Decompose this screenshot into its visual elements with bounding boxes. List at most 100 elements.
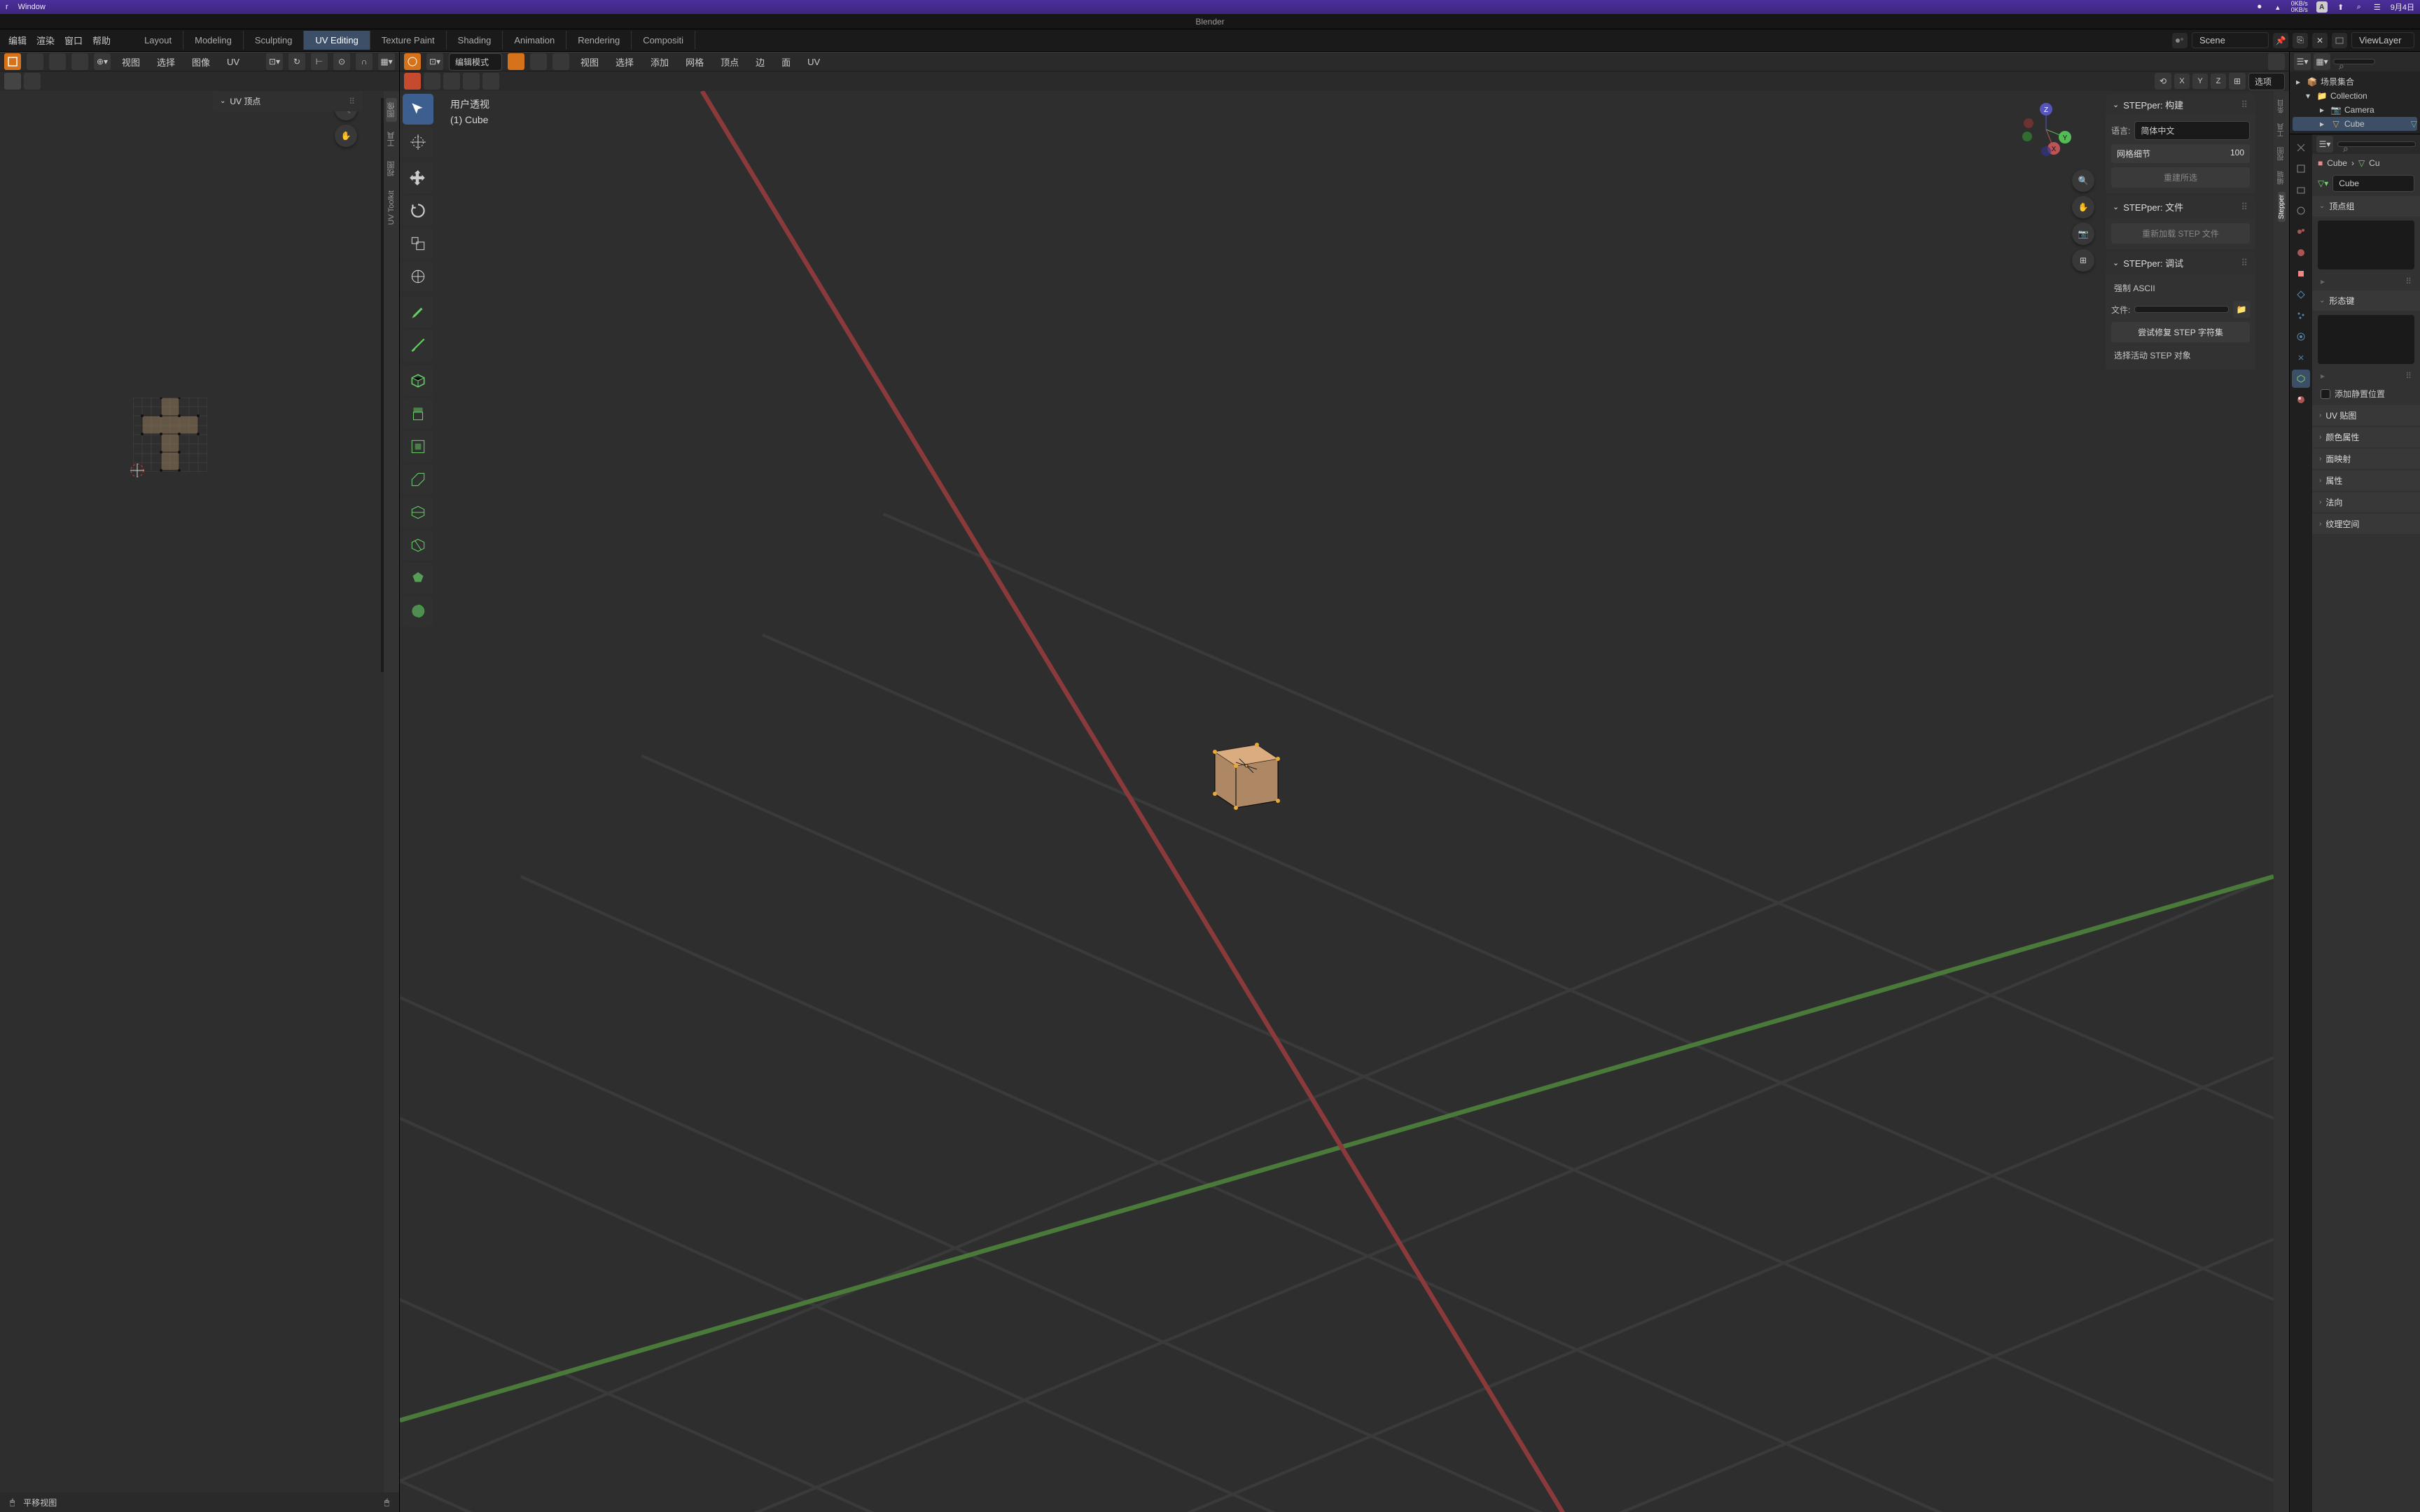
uv-pivot-dropdown[interactable]: ⊕▾: [94, 53, 111, 70]
mesh-detail-field[interactable]: 网格细节100: [2111, 144, 2250, 163]
viewlayer-name-field[interactable]: ViewLayer: [2351, 32, 2414, 48]
rebuild-button[interactable]: 重建所选: [2111, 167, 2250, 188]
uv-image-dropdown[interactable]: ▦▾: [378, 53, 395, 70]
uv-select-mode-dropdown[interactable]: ⊡▾: [266, 53, 283, 70]
scene-name-field[interactable]: Scene: [2192, 32, 2269, 48]
v3d-overlays-icon[interactable]: ⊞: [2229, 73, 2246, 90]
menu-edit[interactable]: 编辑: [8, 34, 27, 47]
editor-type-uv-icon[interactable]: [4, 53, 21, 70]
tab-layout[interactable]: Layout: [133, 31, 183, 50]
scene-pin-icon[interactable]: 📌: [2273, 33, 2288, 48]
tool-polybuild[interactable]: [403, 563, 433, 594]
prop-tab-output[interactable]: [2292, 181, 2310, 199]
v3d-menu-add[interactable]: 添加: [645, 52, 674, 71]
v3d-menu-edge[interactable]: 边: [750, 52, 770, 71]
v3d-gizmo-toggle-icon[interactable]: ⟲: [2155, 73, 2171, 90]
mode-dropdown[interactable]: 编辑模式: [449, 53, 502, 71]
uv-menu-image[interactable]: 图像: [186, 52, 216, 71]
drag-handle-icon[interactable]: ⠿: [349, 97, 356, 106]
record-icon[interactable]: ⏺: [2255, 2, 2265, 12]
force-ascii-check[interactable]: 强制 ASCII: [2111, 279, 2250, 297]
v3d-pan-icon[interactable]: ✋: [2072, 196, 2094, 218]
tray-icon[interactable]: ▴: [2273, 2, 2283, 12]
scene-new-icon[interactable]: ⎘: [2293, 33, 2308, 48]
v3d-menu-face[interactable]: 面: [776, 52, 796, 71]
menu-help[interactable]: 帮助: [92, 34, 111, 47]
uv-mode-icon-3[interactable]: [71, 53, 88, 70]
stepper-file-header[interactable]: STEPper: 文件⠿: [2106, 196, 2255, 218]
tool-extrude[interactable]: [403, 398, 433, 429]
v3d-menu-view[interactable]: 视图: [575, 52, 604, 71]
uv-vertex-panel-header[interactable]: UV 顶点 ⠿: [213, 91, 363, 111]
v3d-menu-select[interactable]: 选择: [610, 52, 639, 71]
tool-transform[interactable]: [403, 261, 433, 292]
uv-canvas[interactable]: 🔍 ✋ UV 顶点 ⠿: [0, 91, 384, 1492]
stepper-build-header[interactable]: STEPper: 构建⠿: [2106, 94, 2255, 115]
v3d-tab-stepper[interactable]: Stepper: [2278, 192, 2286, 222]
stepper-debug-header[interactable]: STEPper: 调试⠿: [2106, 252, 2255, 274]
uv-mode-icon-2[interactable]: [49, 53, 66, 70]
tool-bevel[interactable]: [403, 464, 433, 495]
options-dropdown[interactable]: 选项: [2248, 73, 2285, 90]
panel-normals[interactable]: 法向: [2312, 492, 2420, 512]
date-label[interactable]: 9月4日: [2391, 1, 2414, 13]
v3d-orientation-icon[interactable]: [2268, 53, 2285, 70]
vertex-groups-list[interactable]: [2318, 220, 2414, 270]
nav-gizmo[interactable]: Y X Z: [2015, 98, 2078, 161]
uv-sticky-icon[interactable]: ⊢: [311, 53, 328, 70]
input-lang-badge[interactable]: A: [2316, 1, 2328, 13]
prop-tab-tool[interactable]: [2292, 139, 2310, 157]
panel-color-attrs[interactable]: 颜色属性: [2312, 427, 2420, 447]
prop-tab-world[interactable]: [2292, 244, 2310, 262]
window-menu[interactable]: Window: [18, 3, 46, 11]
tab-rendering[interactable]: Rendering: [566, 31, 632, 50]
uv-tab-tool[interactable]: 工具: [386, 127, 397, 151]
prop-tab-material[interactable]: [2292, 391, 2310, 409]
file-path-field[interactable]: [2134, 306, 2229, 313]
uv-sync-icon[interactable]: ↻: [288, 53, 305, 70]
list-grip-icon-2[interactable]: ⠿: [2405, 371, 2412, 381]
face-select-icon[interactable]: [552, 53, 569, 70]
scene-delete-icon[interactable]: ✕: [2312, 33, 2328, 48]
uv-tool-cursor[interactable]: [4, 73, 21, 90]
uv-mode-icon-1[interactable]: [27, 53, 43, 70]
editor-type-3d-icon[interactable]: [404, 53, 421, 70]
tab-compositing[interactable]: Compositi: [632, 31, 695, 50]
tree-scene-collection[interactable]: ▸ 📦 场景集合: [2293, 74, 2417, 89]
prop-tab-data[interactable]: [2292, 370, 2310, 388]
menu-render[interactable]: 渲染: [36, 34, 55, 47]
mesh-select-mode-2[interactable]: [424, 73, 440, 90]
panel-uv-maps[interactable]: UV 贴图: [2312, 405, 2420, 426]
uv-snap-icon[interactable]: ⊙: [333, 53, 350, 70]
panel-vertex-groups[interactable]: 顶点组: [2312, 196, 2420, 216]
reload-step-button[interactable]: 重新加载 STEP 文件: [2111, 223, 2250, 244]
add-rest-position-check[interactable]: 添加静置位置: [2312, 384, 2420, 404]
tool-measure[interactable]: [403, 330, 433, 360]
tool-add-cube[interactable]: [403, 365, 433, 396]
v3d-zoom-icon[interactable]: 🔍: [2072, 169, 2094, 192]
outliner-type-icon[interactable]: ☰▾: [2294, 53, 2311, 70]
uv-pan-icon[interactable]: ✋: [335, 125, 357, 147]
control-center-icon[interactable]: ☰: [2372, 2, 2382, 12]
uv-tab-view[interactable]: 视图: [386, 157, 397, 181]
tool-scale[interactable]: [403, 228, 433, 259]
bluetooth-icon[interactable]: ⬆: [2336, 2, 2346, 12]
prop-tab-render[interactable]: [2292, 160, 2310, 178]
tool-inset[interactable]: [403, 431, 433, 462]
outliner-display-icon[interactable]: ▦▾: [2314, 53, 2330, 70]
v3d-camera-icon[interactable]: 📷: [2072, 223, 2094, 245]
panel-shape-keys[interactable]: 形态键: [2312, 290, 2420, 311]
outliner-search[interactable]: [2333, 59, 2375, 64]
tool-cursor[interactable]: [403, 127, 433, 158]
tab-animation[interactable]: Animation: [503, 31, 566, 50]
edge-select-icon[interactable]: [530, 53, 547, 70]
cube-object[interactable]: [1194, 724, 1292, 822]
list-grip-icon[interactable]: ⠿: [2405, 276, 2412, 286]
file-browse-icon[interactable]: 📁: [2233, 301, 2250, 318]
v3d-tab-view[interactable]: 视图: [2276, 144, 2287, 164]
tool-spin[interactable]: [403, 596, 433, 626]
fix-charset-button[interactable]: 尝试修复 STEP 字符集: [2111, 322, 2250, 342]
mesh-select-mode-3[interactable]: [443, 73, 460, 90]
properties-search[interactable]: [2337, 141, 2416, 147]
uv-scrollbar[interactable]: [378, 98, 387, 672]
